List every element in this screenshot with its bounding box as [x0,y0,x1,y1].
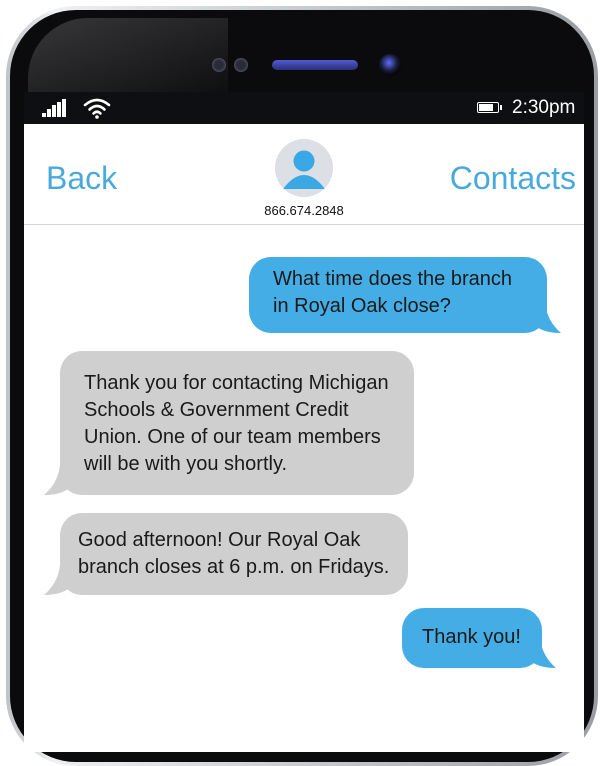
status-time: 2:30pm [512,97,576,118]
message-bubble-sent: What time does the branch in Royal Oak c… [249,257,561,333]
message-text: Thank you for contacting Michigan School… [84,372,389,475]
light-sensor-icon [234,58,248,72]
signal-bars-icon [42,99,68,117]
wifi-icon [83,98,111,119]
earpiece-speaker-icon [272,60,358,70]
contact-phone-number: 866.674.2848 [264,203,344,218]
battery-icon [477,102,502,113]
user-avatar-icon[interactable] [275,139,333,197]
message-bubble-sent: Thank you! [402,608,556,668]
contacts-button[interactable]: Contacts [450,160,576,197]
front-camera-icon [379,54,401,76]
message-text: What time does the branch in Royal Oak c… [273,268,513,317]
front-sensors [10,50,594,80]
conversation-header: Back 866.674.2848 Contacts [24,124,584,225]
proximity-sensor-icon [212,58,226,72]
message-bubble-received: Thank you for contacting Michigan School… [44,351,414,495]
back-button[interactable]: Back [46,160,117,197]
phone-screen: 2:30pm Back 866.674.2848 Contacts What t… [24,92,584,752]
message-text: Good afternoon! Our Royal Oak branch clo… [78,529,390,578]
message-bubble-received: Good afternoon! Our Royal Oak branch clo… [44,513,408,595]
message-text: Thank you! [422,626,521,648]
status-bar: 2:30pm [24,92,584,124]
